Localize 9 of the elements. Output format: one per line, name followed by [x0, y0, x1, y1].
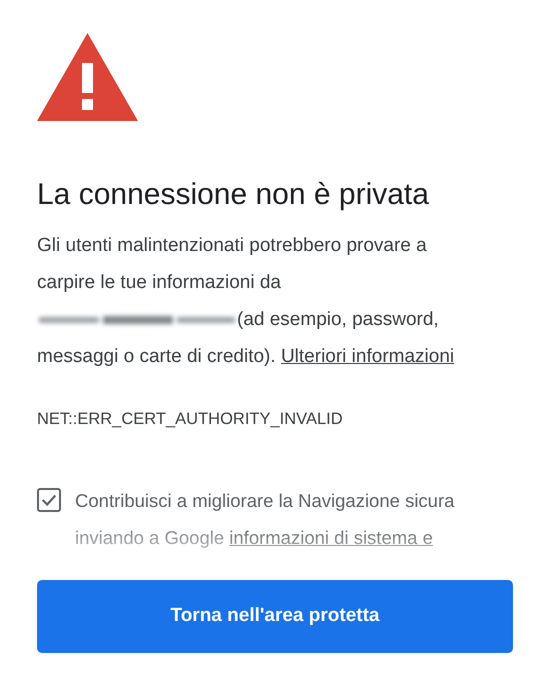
system-info-link[interactable]: informazioni di sistema e	[229, 527, 433, 548]
description-text: Gli utenti malintenzionati potrebbero provare a carpire le tue informazioni da (ad esempio, password, messaggi o carte di credito). Ulteriori informazioni	[37, 234, 456, 369]
back-to-safety-button[interactable]: Torna nell'area protetta	[37, 580, 513, 653]
learn-more-link[interactable]: Ulteriori informazioni	[280, 346, 454, 367]
report-option-text: Contribuisci a migliorare la Navigazione sicura inviando a Google informazioni di sistema e	[75, 489, 456, 550]
warning-icon	[37, 33, 138, 121]
error-code: NET::ERR_CERT_AUTHORITY_INVALID	[37, 409, 344, 430]
page-title: La connessione non è privata	[37, 177, 430, 213]
report-checkbox[interactable]	[37, 488, 61, 512]
